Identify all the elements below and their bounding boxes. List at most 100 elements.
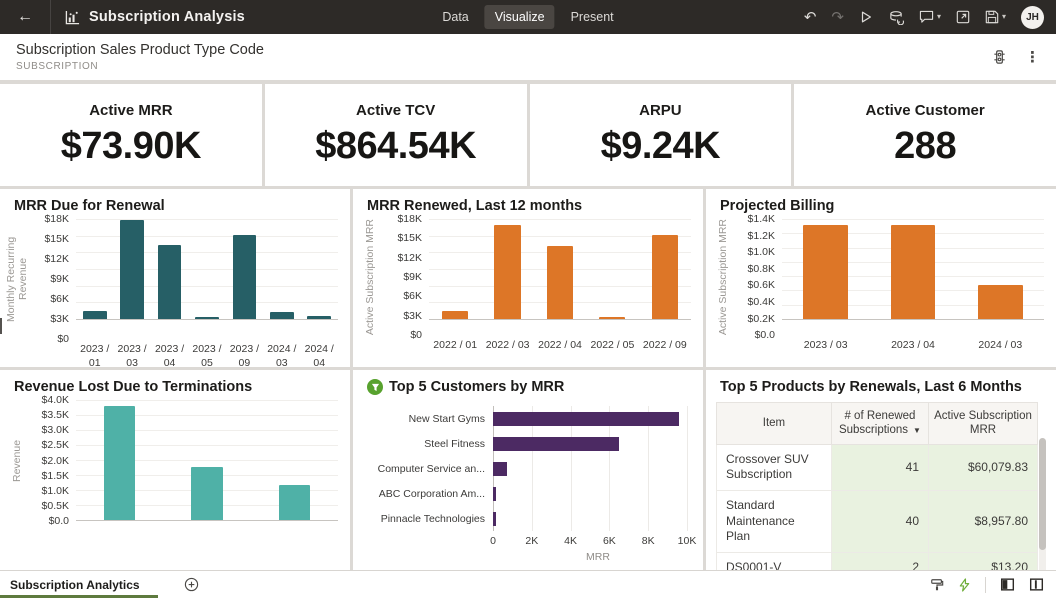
- save-icon[interactable]: ▾: [985, 10, 1006, 24]
- chart-title: Revenue Lost Due to Terminations: [14, 379, 336, 395]
- y-axis-title: Revenue: [11, 400, 23, 521]
- bar[interactable]: [978, 285, 1023, 319]
- bar[interactable]: [493, 412, 679, 426]
- kpi-active-tcv[interactable]: Active TCV $864.54K: [265, 84, 527, 186]
- widget-revenue-lost[interactable]: Revenue Lost Due to Terminations Revenue…: [0, 370, 350, 570]
- x-category-label: 2022 / 05: [586, 339, 638, 353]
- y-tick-label: $0.0: [49, 515, 69, 527]
- x-tick-label: 2K: [525, 535, 538, 547]
- widget-top5-customers[interactable]: Top 5 Customers by MRR New Start Gyms St…: [353, 370, 703, 570]
- y-axis: $18K$15K$12K$9K$6K$3K$0: [30, 219, 76, 339]
- bar[interactable]: [599, 317, 625, 319]
- bar[interactable]: [803, 225, 848, 319]
- user-avatar[interactable]: JH: [1021, 6, 1044, 29]
- menu-present[interactable]: Present: [561, 5, 624, 29]
- bar[interactable]: [83, 311, 107, 319]
- kpi-arpu[interactable]: ARPU $9.24K: [530, 84, 792, 186]
- refresh-data-icon[interactable]: [888, 10, 904, 25]
- column-header[interactable]: Item: [717, 403, 832, 445]
- widget-projected-billing[interactable]: Projected Billing Active Subscription MR…: [706, 189, 1056, 367]
- bar[interactable]: [493, 437, 619, 451]
- y-tick-label: $0: [57, 333, 69, 345]
- x-tick-label: 4K: [564, 535, 577, 547]
- column-header[interactable]: # of Renewed Subscriptions▼: [831, 403, 928, 445]
- x-tick-label: 8K: [642, 535, 655, 547]
- app-title: Subscription Analysis: [89, 9, 245, 25]
- x-axis-title: MRR: [493, 551, 703, 563]
- bar[interactable]: [493, 462, 507, 476]
- open-in-new-icon[interactable]: [956, 10, 970, 24]
- y-axis: $18K$15K$12K$9K$6K$3K$0: [383, 219, 429, 335]
- auto-insights-icon[interactable]: [958, 578, 971, 592]
- layout-panel-split-icon[interactable]: [1029, 577, 1044, 592]
- bar[interactable]: [233, 235, 257, 319]
- bar[interactable]: [120, 220, 144, 319]
- bar[interactable]: [547, 246, 573, 319]
- back-button[interactable]: ←: [0, 0, 51, 34]
- column-header[interactable]: Active Subscription MRR: [929, 403, 1038, 445]
- format-painter-icon[interactable]: [930, 578, 944, 592]
- bar[interactable]: [104, 406, 135, 520]
- bar-chart: Revenue $4.0K$3.5K$3.0K$2.5K$2.0K$1.5K$1…: [0, 400, 350, 525]
- kpi-value: $864.54K: [315, 125, 476, 168]
- y-tick-label: $1.5K: [42, 470, 69, 482]
- bar[interactable]: [307, 316, 331, 319]
- cell-item: Crossover SUV Subscription: [717, 444, 832, 490]
- kpi-active-mrr[interactable]: Active MRR $73.90K: [0, 84, 262, 186]
- sort-desc-icon: ▼: [913, 426, 921, 435]
- widget-top5-products-table[interactable]: Top 5 Products by Renewals, Last 6 Month…: [706, 370, 1056, 570]
- filter-criteria-icon[interactable]: [992, 49, 1007, 65]
- bar[interactable]: [493, 512, 496, 526]
- run-icon[interactable]: [859, 10, 873, 24]
- y-tick-label: $9K: [50, 273, 69, 285]
- category-label: New Start Gyms: [353, 413, 493, 425]
- table-row[interactable]: Standard Maintenance Plan 40 $8,957.80: [717, 490, 1038, 552]
- widget-mrr-renewed[interactable]: MRR Renewed, Last 12 months Active Subsc…: [353, 189, 703, 367]
- bar[interactable]: [494, 225, 520, 319]
- hbar-chart: New Start Gyms Steel Fitness Computer Se…: [353, 400, 703, 563]
- report-subtitle: SUBSCRIPTION: [16, 61, 264, 72]
- widget-mrr-due-for-renewal[interactable]: MRR Due for Renewal Monthly Recurring Re…: [0, 189, 350, 367]
- bar[interactable]: [442, 311, 468, 319]
- x-axis: 2023 / 012023 / 032023 / 042023 / 052023…: [76, 343, 338, 367]
- table-row[interactable]: Crossover SUV Subscription 41 $60,079.83: [717, 444, 1038, 490]
- bar[interactable]: [270, 312, 294, 319]
- y-tick-label: $3.0K: [42, 424, 69, 436]
- cell-renewed-count: 41: [831, 444, 928, 490]
- canvas-edge-handle[interactable]: [0, 318, 2, 334]
- y-axis: $4.0K$3.5K$3.0K$2.5K$2.0K$1.5K$1.0K$0.5K…: [30, 400, 76, 521]
- scrollbar[interactable]: [1039, 438, 1046, 570]
- table-row[interactable]: DS0001-V 2 $13.20: [717, 552, 1038, 570]
- kpi-active-customer[interactable]: Active Customer 288: [794, 84, 1056, 186]
- kpi-value: $73.90K: [61, 125, 201, 168]
- y-tick-label: $0.2K: [748, 313, 775, 325]
- menu-data[interactable]: Data: [432, 5, 478, 29]
- top-app-bar: ← Subscription Analysis Data Visualize P…: [0, 0, 1056, 34]
- x-axis: 02K4K6K8K10K: [493, 535, 687, 550]
- y-tick-label: $6K: [50, 293, 69, 305]
- bar[interactable]: [191, 467, 222, 520]
- filter-applied-badge-icon[interactable]: [367, 379, 383, 395]
- bar[interactable]: [195, 317, 219, 319]
- kpi-label: ARPU: [639, 102, 682, 119]
- x-category-label: 2023 / 04: [869, 339, 956, 353]
- y-tick-label: $12K: [44, 253, 69, 265]
- more-options-icon[interactable]: ⋮: [1025, 48, 1040, 66]
- bar[interactable]: [493, 487, 496, 501]
- undo-icon[interactable]: ↶: [804, 10, 817, 25]
- bar[interactable]: [652, 235, 678, 319]
- bar[interactable]: [891, 225, 936, 319]
- layout-panel-left-icon[interactable]: [1000, 577, 1015, 592]
- x-category-label: 2022 / 09: [639, 339, 691, 353]
- chart-title: Top 5 Products by Renewals, Last 6 Month…: [720, 379, 1042, 395]
- scrollbar-thumb[interactable]: [1039, 438, 1046, 550]
- hbar-row: Pinnacle Technologies: [353, 506, 687, 531]
- cell-mrr: $13.20: [929, 552, 1038, 570]
- menu-visualize[interactable]: Visualize: [485, 5, 555, 29]
- bar[interactable]: [158, 245, 182, 319]
- gridline: [687, 406, 688, 531]
- comments-icon[interactable]: ▾: [919, 10, 941, 24]
- hbar-row: ABC Corporation Am...: [353, 481, 687, 506]
- bar[interactable]: [279, 485, 310, 520]
- add-tab-icon[interactable]: [184, 577, 199, 592]
